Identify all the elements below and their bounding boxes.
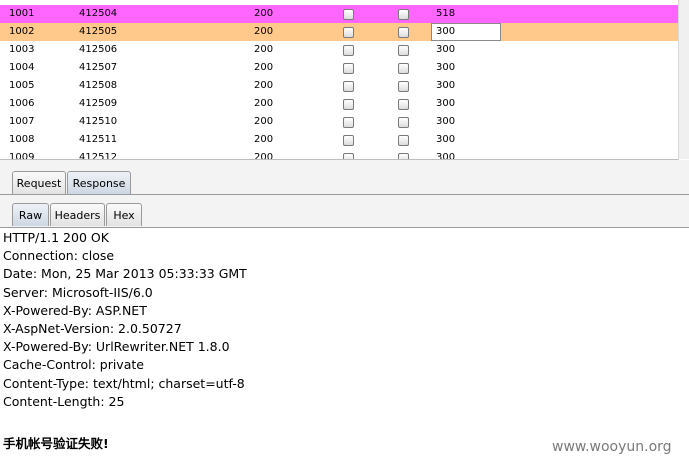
cell-payload: 412506 xyxy=(79,44,118,55)
cell-payload: 412508 xyxy=(79,80,118,91)
cell-request-number: 1003 xyxy=(9,44,35,55)
cell-request-number: 1001 xyxy=(9,8,35,19)
response-header-line: X-Powered-By: UrlRewriter.NET 1.8.0 xyxy=(3,339,230,355)
error-checkbox[interactable] xyxy=(343,45,354,56)
cell-payload: 412504 xyxy=(79,8,118,19)
view-tab-strip: Raw Headers Hex xyxy=(0,195,689,228)
cell-status: 200 xyxy=(254,152,274,160)
table-row[interactable]: 1002 412505 200 300 xyxy=(0,23,678,41)
cell-status: 200 xyxy=(254,98,274,109)
cell-status: 200 xyxy=(254,134,274,145)
cell-length: 300 xyxy=(436,80,456,91)
table-row[interactable]: 1005 412508 200 300 xyxy=(0,77,678,95)
response-headers: Connection: close Date: Mon, 25 Mar 2013 … xyxy=(3,247,683,411)
cell-status: 200 xyxy=(254,80,274,91)
cell-length: 300 xyxy=(436,116,456,127)
cell-status: 200 xyxy=(254,62,274,73)
response-header-line: Date: Mon, 25 Mar 2013 05:33:33 GMT xyxy=(3,266,247,282)
tab-raw[interactable]: Raw xyxy=(12,203,49,226)
tab-response[interactable]: Response xyxy=(67,171,131,194)
error-checkbox[interactable] xyxy=(343,117,354,128)
cell-payload: 412512 xyxy=(79,152,118,160)
cell-request-number: 1002 xyxy=(9,26,35,37)
error-checkbox[interactable] xyxy=(343,153,354,159)
error-checkbox[interactable] xyxy=(343,9,354,20)
response-header-line: Cache-Control: private xyxy=(3,357,144,373)
timeout-checkbox[interactable] xyxy=(398,153,409,159)
timeout-checkbox[interactable] xyxy=(398,135,409,146)
response-header-line: X-Powered-By: ASP.NET xyxy=(3,302,147,318)
cell-length: 300 xyxy=(436,44,456,55)
table-row[interactable]: 1003 412506 200 300 xyxy=(0,41,678,59)
cell-request-number: 1005 xyxy=(9,80,35,91)
timeout-checkbox[interactable] xyxy=(398,99,409,110)
cell-length: 300 xyxy=(436,98,456,109)
response-header-line: Connection: close xyxy=(3,248,115,264)
error-checkbox[interactable] xyxy=(343,27,354,38)
cell-length: 300 xyxy=(436,134,456,145)
results-scrollbar[interactable] xyxy=(679,0,689,159)
response-header-line: Server: Microsoft-IIS/6.0 xyxy=(3,284,153,300)
message-tab-strip: Request Response xyxy=(0,160,689,195)
cell-payload: 412505 xyxy=(79,26,118,37)
error-checkbox[interactable] xyxy=(343,135,354,146)
timeout-checkbox[interactable] xyxy=(398,9,409,20)
cell-request-number: 1008 xyxy=(9,134,35,145)
tab-headers[interactable]: Headers xyxy=(50,203,105,226)
table-row[interactable]: 1007 412510 200 300 xyxy=(0,113,678,131)
tab-request[interactable]: Request xyxy=(12,171,66,194)
response-header-line: Content-Type: text/html; charset=utf-8 xyxy=(3,375,245,391)
cell-request-number: 1009 xyxy=(9,152,35,160)
cell-length: 300 xyxy=(436,152,456,160)
cell-payload: 412507 xyxy=(79,62,118,73)
error-checkbox[interactable] xyxy=(343,81,354,92)
table-row[interactable]: 1009 412512 200 300 xyxy=(0,149,678,160)
watermark-text: www.wooyun.org xyxy=(552,439,672,455)
timeout-checkbox[interactable] xyxy=(398,63,409,74)
cell-payload: 412511 xyxy=(79,134,118,145)
results-table[interactable]: 1001 412504 200 518 1002 412505 200 300 1003 4125… xyxy=(0,0,679,160)
table-row[interactable]: 1001 412504 200 518 xyxy=(0,5,678,23)
timeout-checkbox[interactable] xyxy=(398,27,409,38)
error-checkbox[interactable] xyxy=(343,63,354,74)
cell-length: 300 xyxy=(436,62,456,73)
cell-status: 200 xyxy=(254,8,274,19)
cell-request-number: 1004 xyxy=(9,62,35,73)
cell-length: 518 xyxy=(436,8,456,19)
timeout-checkbox[interactable] xyxy=(398,45,409,56)
table-row[interactable]: 1006 412509 200 300 xyxy=(0,95,678,113)
cell-request-number: 1006 xyxy=(9,98,35,109)
table-row[interactable]: 1008 412511 200 300 xyxy=(0,131,678,149)
tab-hex[interactable]: Hex xyxy=(106,203,142,226)
timeout-checkbox[interactable] xyxy=(398,81,409,92)
response-header-line: X-AspNet-Version: 2.0.50727 xyxy=(3,320,182,336)
cell-payload: 412510 xyxy=(79,116,118,127)
timeout-checkbox[interactable] xyxy=(398,117,409,128)
response-header-line: Content-Length: 25 xyxy=(3,393,125,409)
error-checkbox[interactable] xyxy=(343,99,354,110)
cell-request-number: 1007 xyxy=(9,116,35,127)
cell-payload: 412509 xyxy=(79,98,118,109)
cell-status: 200 xyxy=(254,44,274,55)
response-status-line: HTTP/1.1 200 OK xyxy=(3,230,109,245)
cell-length: 300 xyxy=(436,26,456,37)
cell-status: 200 xyxy=(254,116,274,127)
table-row[interactable]: 1004 412507 200 300 xyxy=(0,59,678,77)
raw-response-text[interactable]: HTTP/1.1 200 OK Connection: close Date: M… xyxy=(3,229,683,453)
cell-status: 200 xyxy=(254,26,274,37)
